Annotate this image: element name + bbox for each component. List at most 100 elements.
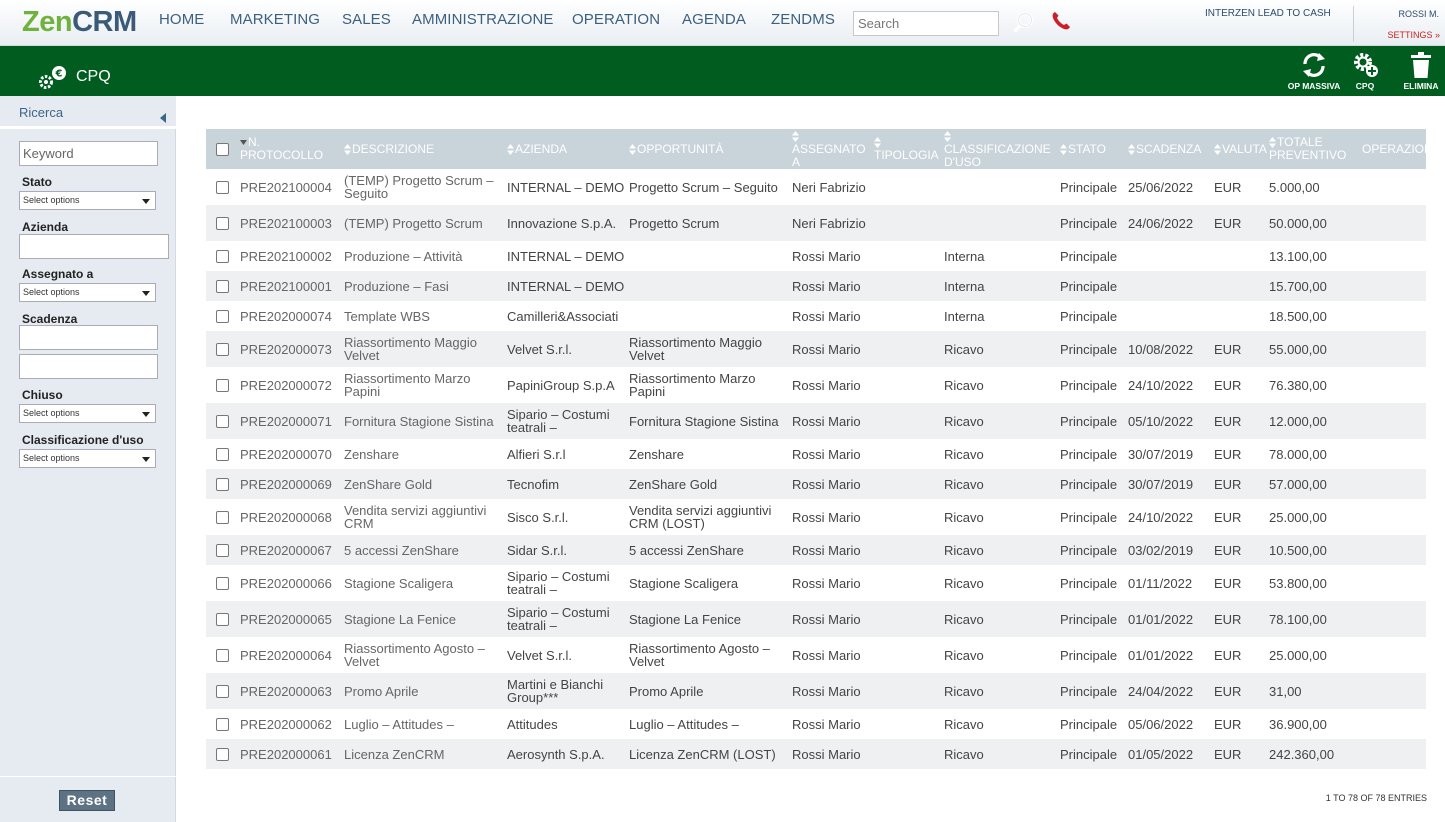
classificazione-select[interactable]: Select options bbox=[19, 449, 156, 468]
stato-select[interactable]: Select options bbox=[19, 191, 156, 210]
cell-protocollo[interactable]: PRE202000074 bbox=[240, 301, 344, 331]
cell-descrizione[interactable]: (TEMP) Progetto Scrum bbox=[344, 205, 507, 241]
col-protocollo[interactable]: N. PROTOCOLLO bbox=[240, 129, 344, 169]
cell-descrizione[interactable]: Stagione La Fenice bbox=[344, 601, 507, 637]
table-row[interactable]: PRE202000068 Vendita servizi aggiuntivi C… bbox=[206, 499, 1426, 535]
row-checkbox[interactable] bbox=[215, 379, 229, 393]
assegnato-select[interactable]: Select options bbox=[19, 283, 156, 302]
row-checkbox[interactable] bbox=[215, 478, 229, 492]
row-checkbox[interactable] bbox=[215, 217, 229, 231]
row-checkbox[interactable] bbox=[215, 748, 229, 762]
cell-descrizione[interactable]: Produzione – Attività bbox=[344, 241, 507, 271]
select-all-checkbox[interactable] bbox=[215, 142, 229, 156]
cell-protocollo[interactable]: PRE202000072 bbox=[240, 367, 344, 403]
cell-protocollo[interactable]: PRE202000067 bbox=[240, 535, 344, 565]
cell-protocollo[interactable]: PRE202100004 bbox=[240, 169, 344, 205]
row-checkbox[interactable] bbox=[215, 544, 229, 558]
col-azienda[interactable]: AZIENDA bbox=[507, 129, 629, 169]
cell-descrizione[interactable]: Riassortimento Marzo Papini bbox=[344, 367, 507, 403]
cell-protocollo[interactable]: PRE202000070 bbox=[240, 439, 344, 469]
table-row[interactable]: PRE202000070 Zenshare Alfieri S.r.l Zenshar… bbox=[206, 439, 1426, 469]
user-name[interactable]: ROSSI M. bbox=[1398, 9, 1439, 19]
row-checkbox[interactable] bbox=[215, 685, 229, 699]
table-row[interactable]: PRE202000074 Template WBS Camilleri&Associ… bbox=[206, 301, 1426, 331]
row-checkbox[interactable] bbox=[215, 577, 229, 591]
cell-protocollo[interactable]: PRE202000065 bbox=[240, 601, 344, 637]
row-checkbox[interactable] bbox=[215, 613, 229, 627]
col-scadenza[interactable]: SCADENZA bbox=[1128, 129, 1214, 169]
cell-protocollo[interactable]: PRE202000063 bbox=[240, 673, 344, 709]
phone-icon[interactable] bbox=[1049, 9, 1073, 33]
col-classificazione[interactable]: CLASSIFICAZIONE D'USO bbox=[944, 129, 1060, 169]
cell-protocollo[interactable]: PRE202100003 bbox=[240, 205, 344, 241]
table-row[interactable]: PRE202100004 (TEMP) Progetto Scrum – Segu… bbox=[206, 169, 1426, 205]
col-opportunita[interactable]: OPPORTUNITÀ bbox=[629, 129, 792, 169]
search-input[interactable] bbox=[853, 11, 999, 36]
settings-link[interactable]: SETTINGS » bbox=[1387, 30, 1440, 40]
cell-descrizione[interactable]: Zenshare bbox=[344, 439, 507, 469]
cell-descrizione[interactable]: Vendita servizi aggiuntivi CRM bbox=[344, 499, 507, 535]
scadenza-from-input[interactable] bbox=[19, 325, 158, 350]
row-checkbox[interactable] bbox=[215, 718, 229, 732]
cpq-add-button[interactable]: CPQ bbox=[1349, 50, 1381, 91]
table-row[interactable]: PRE202100002 Produzione – Attività INTERNA… bbox=[206, 241, 1426, 271]
op-massiva-button[interactable]: OP MASSIVA bbox=[1284, 50, 1344, 91]
scadenza-to-input[interactable] bbox=[19, 354, 158, 379]
nav-marketing[interactable]: MARKETING bbox=[230, 11, 320, 28]
row-checkbox[interactable] bbox=[215, 181, 229, 195]
row-checkbox[interactable] bbox=[215, 511, 229, 525]
keyword-input[interactable] bbox=[19, 141, 158, 166]
table-row[interactable]: PRE202000062 Luglio – Attitudes – Attitude… bbox=[206, 709, 1426, 739]
table-row[interactable]: PRE202000064 Riassortimento Agosto – Velv… bbox=[206, 637, 1426, 673]
row-checkbox[interactable] bbox=[215, 649, 229, 663]
table-row[interactable]: PRE202000066 Stagione Scaligera Sipario – … bbox=[206, 565, 1426, 601]
cell-protocollo[interactable]: PRE202000073 bbox=[240, 331, 344, 367]
nav-home[interactable]: HOME bbox=[159, 11, 204, 28]
col-assegnato[interactable]: ASSEGNATO A bbox=[792, 129, 874, 169]
azienda-input[interactable] bbox=[19, 234, 169, 259]
cell-protocollo[interactable]: PRE202100001 bbox=[240, 271, 344, 301]
cell-protocollo[interactable]: PRE202000066 bbox=[240, 565, 344, 601]
cell-descrizione[interactable]: Template WBS bbox=[344, 301, 507, 331]
cell-descrizione[interactable]: ZenShare Gold bbox=[344, 469, 507, 499]
cell-protocollo[interactable]: PRE202000062 bbox=[240, 709, 344, 739]
row-checkbox[interactable] bbox=[215, 310, 229, 324]
row-checkbox[interactable] bbox=[215, 343, 229, 357]
cell-descrizione[interactable]: Riassortimento Agosto – Velvet bbox=[344, 637, 507, 673]
cell-protocollo[interactable]: PRE202000061 bbox=[240, 739, 344, 769]
cell-descrizione[interactable]: 5 accessi ZenShare bbox=[344, 535, 507, 565]
cell-descrizione[interactable]: (TEMP) Progetto Scrum – Seguito bbox=[344, 169, 507, 205]
nav-amministrazione[interactable]: AMMINISTRAZIONE bbox=[412, 11, 554, 28]
row-checkbox[interactable] bbox=[215, 280, 229, 294]
cell-descrizione[interactable]: Produzione – Fasi bbox=[344, 271, 507, 301]
nav-operation[interactable]: OPERATION bbox=[572, 11, 660, 28]
elimina-button[interactable]: ELIMINA bbox=[1401, 50, 1441, 91]
table-row[interactable]: PRE202000069 ZenShare Gold Tecnofim ZenShar… bbox=[206, 469, 1426, 499]
cell-descrizione[interactable]: Luglio – Attitudes – bbox=[344, 709, 507, 739]
cell-descrizione[interactable]: Promo Aprile bbox=[344, 673, 507, 709]
table-row[interactable]: PRE202000061 Licenza ZenCRM Aerosynth S.p.… bbox=[206, 739, 1426, 769]
col-tipologia[interactable]: TIPOLOGIA bbox=[874, 129, 944, 169]
row-checkbox[interactable] bbox=[215, 250, 229, 264]
cell-protocollo[interactable]: PRE202000069 bbox=[240, 469, 344, 499]
table-row[interactable]: PRE202000073 Riassortimento Maggio Velvet… bbox=[206, 331, 1426, 367]
search-icon[interactable] bbox=[1012, 10, 1036, 34]
reset-button[interactable]: Reset bbox=[59, 790, 115, 811]
table-row[interactable]: PRE202100003 (TEMP) Progetto Scrum Innovaz… bbox=[206, 205, 1426, 241]
table-row[interactable]: PRE202000071 Fornitura Stagione Sistina Si… bbox=[206, 403, 1426, 439]
table-row[interactable]: PRE202100001 Produzione – Fasi INTERNAL – … bbox=[206, 271, 1426, 301]
cell-protocollo[interactable]: PRE202100002 bbox=[240, 241, 344, 271]
nav-agenda[interactable]: AGENDA bbox=[682, 11, 746, 28]
chiuso-select[interactable]: Select options bbox=[19, 404, 156, 423]
zencrm-logo[interactable]: ZenCRM bbox=[22, 6, 137, 39]
cell-descrizione[interactable]: Stagione Scaligera bbox=[344, 565, 507, 601]
row-checkbox[interactable] bbox=[215, 415, 229, 429]
table-row[interactable]: PRE202000067 5 accessi ZenShare Sidar S.r.… bbox=[206, 535, 1426, 565]
cell-protocollo[interactable]: PRE202000068 bbox=[240, 499, 344, 535]
col-stato[interactable]: STATO bbox=[1060, 129, 1128, 169]
lead-to-cash-link[interactable]: INTERZEN LEAD TO CASH bbox=[1205, 8, 1331, 19]
cell-descrizione[interactable]: Fornitura Stagione Sistina bbox=[344, 403, 507, 439]
table-row[interactable]: PRE202000072 Riassortimento Marzo Papini P… bbox=[206, 367, 1426, 403]
table-row[interactable]: PRE202000063 Promo Aprile Martini e Bianch… bbox=[206, 673, 1426, 709]
cell-descrizione[interactable]: Riassortimento Maggio Velvet bbox=[344, 331, 507, 367]
